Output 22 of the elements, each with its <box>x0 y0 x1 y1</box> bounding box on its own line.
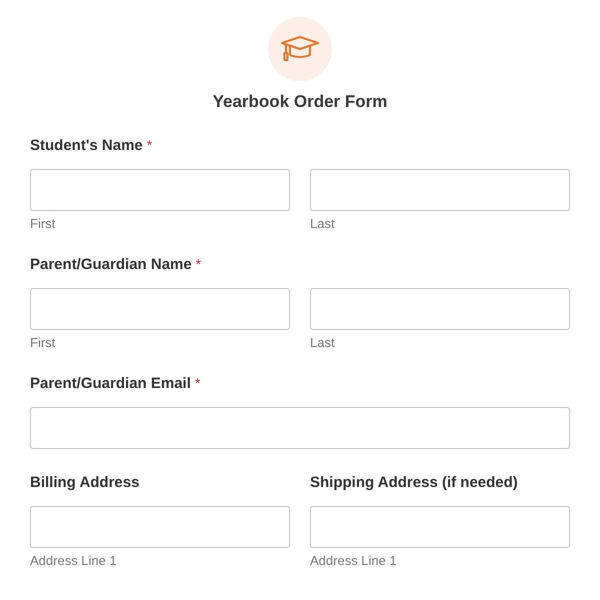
form-title: Yearbook Order Form <box>212 92 388 112</box>
field-label: Shipping Address (if needed) <box>310 474 518 491</box>
required-marker: * <box>196 256 202 272</box>
sublabel: Last <box>310 335 336 350</box>
required-marker: * <box>194 375 200 391</box>
field-label: Student's Name <box>30 137 143 154</box>
input-field[interactable] <box>310 506 570 548</box>
required-marker: * <box>146 137 152 153</box>
field-label: Parent/Guardian Name <box>30 256 192 273</box>
sublabel: First <box>30 216 56 231</box>
input-field[interactable] <box>310 169 570 211</box>
sublabel: Address Line 1 <box>310 553 398 568</box>
field-label: Billing Address <box>30 474 140 491</box>
input-field[interactable] <box>30 288 290 330</box>
sublabel: Last <box>310 216 336 231</box>
input-field[interactable] <box>310 288 570 330</box>
input-field[interactable] <box>30 506 290 548</box>
sublabel: Address Line 1 <box>30 553 118 568</box>
sublabel: First <box>30 335 56 350</box>
field-label: Parent/Guardian Email <box>30 375 191 392</box>
input-field[interactable] <box>30 169 290 211</box>
input-field[interactable] <box>30 407 570 449</box>
